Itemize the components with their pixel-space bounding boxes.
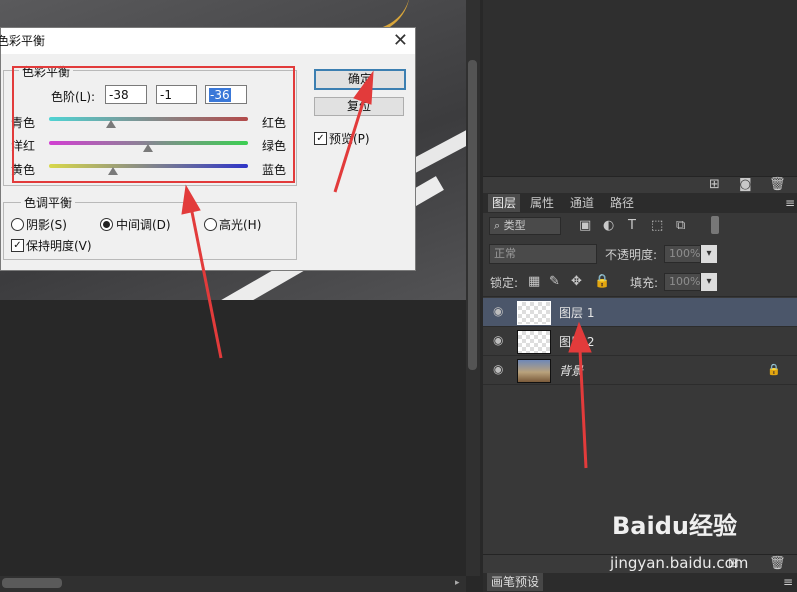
arrow-line bbox=[190, 211, 223, 359]
baidu-watermark-logo: Baidu经验 bbox=[612, 512, 737, 540]
arrowhead bbox=[353, 70, 374, 105]
watermark-url: jingyan.baidu.com bbox=[610, 554, 749, 572]
annotation-arrows bbox=[181, 70, 592, 469]
arrow-line bbox=[578, 349, 588, 469]
arrow-line bbox=[333, 95, 367, 193]
arrowhead bbox=[568, 321, 592, 353]
arrowhead bbox=[181, 184, 201, 215]
